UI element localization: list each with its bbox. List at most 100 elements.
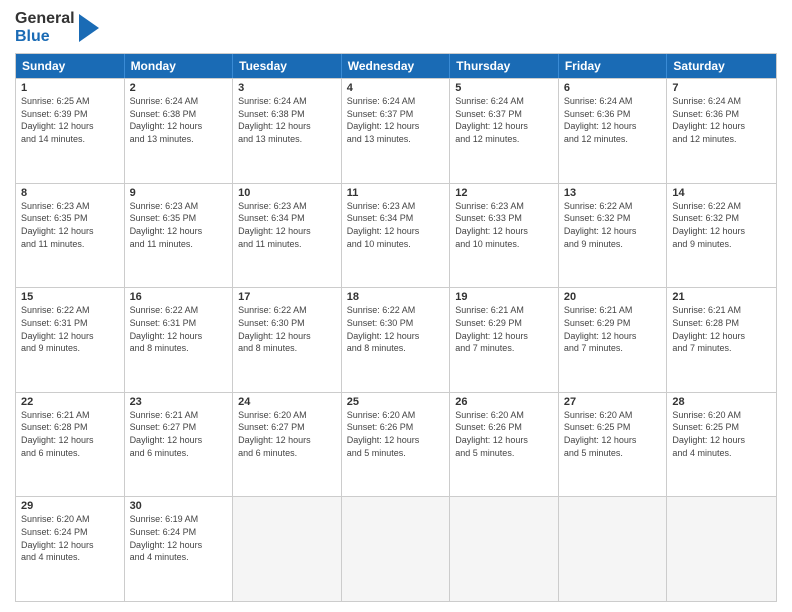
logo-arrow-icon bbox=[79, 14, 99, 42]
calendar-body: 1Sunrise: 6:25 AM Sunset: 6:39 PM Daylig… bbox=[16, 78, 776, 601]
day-cell-8: 8Sunrise: 6:23 AM Sunset: 6:35 PM Daylig… bbox=[16, 184, 125, 288]
day-number: 14 bbox=[672, 187, 771, 199]
header-cell-tuesday: Tuesday bbox=[233, 54, 342, 78]
day-cell-30: 30Sunrise: 6:19 AM Sunset: 6:24 PM Dayli… bbox=[125, 497, 234, 601]
day-info: Sunrise: 6:22 AM Sunset: 6:30 PM Dayligh… bbox=[347, 304, 445, 354]
day-cell-7: 7Sunrise: 6:24 AM Sunset: 6:36 PM Daylig… bbox=[667, 79, 776, 183]
day-number: 15 bbox=[21, 291, 119, 303]
day-info: Sunrise: 6:20 AM Sunset: 6:26 PM Dayligh… bbox=[347, 409, 445, 459]
day-cell-23: 23Sunrise: 6:21 AM Sunset: 6:27 PM Dayli… bbox=[125, 393, 234, 497]
day-info: Sunrise: 6:23 AM Sunset: 6:35 PM Dayligh… bbox=[21, 200, 119, 250]
day-number: 30 bbox=[130, 500, 228, 512]
day-number: 28 bbox=[672, 396, 771, 408]
day-info: Sunrise: 6:22 AM Sunset: 6:30 PM Dayligh… bbox=[238, 304, 336, 354]
day-number: 5 bbox=[455, 82, 553, 94]
day-cell-16: 16Sunrise: 6:22 AM Sunset: 6:31 PM Dayli… bbox=[125, 288, 234, 392]
day-number: 19 bbox=[455, 291, 553, 303]
day-number: 25 bbox=[347, 396, 445, 408]
calendar-week-4: 22Sunrise: 6:21 AM Sunset: 6:28 PM Dayli… bbox=[16, 392, 776, 497]
logo: General Blue bbox=[15, 10, 99, 45]
day-number: 24 bbox=[238, 396, 336, 408]
day-number: 18 bbox=[347, 291, 445, 303]
header-cell-saturday: Saturday bbox=[667, 54, 776, 78]
day-info: Sunrise: 6:22 AM Sunset: 6:32 PM Dayligh… bbox=[672, 200, 771, 250]
day-cell-2: 2Sunrise: 6:24 AM Sunset: 6:38 PM Daylig… bbox=[125, 79, 234, 183]
day-info: Sunrise: 6:21 AM Sunset: 6:28 PM Dayligh… bbox=[672, 304, 771, 354]
day-info: Sunrise: 6:20 AM Sunset: 6:25 PM Dayligh… bbox=[672, 409, 771, 459]
calendar-week-5: 29Sunrise: 6:20 AM Sunset: 6:24 PM Dayli… bbox=[16, 496, 776, 601]
logo-graphic: General Blue bbox=[15, 10, 75, 45]
day-number: 10 bbox=[238, 187, 336, 199]
day-info: Sunrise: 6:20 AM Sunset: 6:26 PM Dayligh… bbox=[455, 409, 553, 459]
day-cell-empty bbox=[559, 497, 668, 601]
day-info: Sunrise: 6:20 AM Sunset: 6:25 PM Dayligh… bbox=[564, 409, 662, 459]
day-cell-29: 29Sunrise: 6:20 AM Sunset: 6:24 PM Dayli… bbox=[16, 497, 125, 601]
day-cell-10: 10Sunrise: 6:23 AM Sunset: 6:34 PM Dayli… bbox=[233, 184, 342, 288]
day-number: 8 bbox=[21, 187, 119, 199]
page: General Blue SundayMondayTuesdayWednesda… bbox=[0, 0, 792, 612]
day-info: Sunrise: 6:20 AM Sunset: 6:24 PM Dayligh… bbox=[21, 513, 119, 563]
day-cell-25: 25Sunrise: 6:20 AM Sunset: 6:26 PM Dayli… bbox=[342, 393, 451, 497]
day-cell-5: 5Sunrise: 6:24 AM Sunset: 6:37 PM Daylig… bbox=[450, 79, 559, 183]
day-number: 29 bbox=[21, 500, 119, 512]
calendar-week-1: 1Sunrise: 6:25 AM Sunset: 6:39 PM Daylig… bbox=[16, 78, 776, 183]
day-cell-19: 19Sunrise: 6:21 AM Sunset: 6:29 PM Dayli… bbox=[450, 288, 559, 392]
day-cell-24: 24Sunrise: 6:20 AM Sunset: 6:27 PM Dayli… bbox=[233, 393, 342, 497]
day-info: Sunrise: 6:22 AM Sunset: 6:32 PM Dayligh… bbox=[564, 200, 662, 250]
day-number: 2 bbox=[130, 82, 228, 94]
day-cell-15: 15Sunrise: 6:22 AM Sunset: 6:31 PM Dayli… bbox=[16, 288, 125, 392]
day-info: Sunrise: 6:23 AM Sunset: 6:34 PM Dayligh… bbox=[347, 200, 445, 250]
day-cell-18: 18Sunrise: 6:22 AM Sunset: 6:30 PM Dayli… bbox=[342, 288, 451, 392]
day-info: Sunrise: 6:24 AM Sunset: 6:36 PM Dayligh… bbox=[672, 95, 771, 145]
day-cell-6: 6Sunrise: 6:24 AM Sunset: 6:36 PM Daylig… bbox=[559, 79, 668, 183]
day-cell-11: 11Sunrise: 6:23 AM Sunset: 6:34 PM Dayli… bbox=[342, 184, 451, 288]
day-number: 20 bbox=[564, 291, 662, 303]
day-cell-empty bbox=[342, 497, 451, 601]
day-info: Sunrise: 6:21 AM Sunset: 6:27 PM Dayligh… bbox=[130, 409, 228, 459]
day-cell-empty bbox=[233, 497, 342, 601]
day-cell-9: 9Sunrise: 6:23 AM Sunset: 6:35 PM Daylig… bbox=[125, 184, 234, 288]
header-cell-thursday: Thursday bbox=[450, 54, 559, 78]
day-cell-empty bbox=[450, 497, 559, 601]
day-number: 21 bbox=[672, 291, 771, 303]
day-info: Sunrise: 6:24 AM Sunset: 6:38 PM Dayligh… bbox=[238, 95, 336, 145]
day-info: Sunrise: 6:23 AM Sunset: 6:33 PM Dayligh… bbox=[455, 200, 553, 250]
calendar-header: SundayMondayTuesdayWednesdayThursdayFrid… bbox=[16, 54, 776, 78]
day-number: 13 bbox=[564, 187, 662, 199]
day-number: 4 bbox=[347, 82, 445, 94]
day-number: 3 bbox=[238, 82, 336, 94]
day-info: Sunrise: 6:21 AM Sunset: 6:29 PM Dayligh… bbox=[455, 304, 553, 354]
header-cell-monday: Monday bbox=[125, 54, 234, 78]
logo-general: General bbox=[15, 10, 75, 28]
day-cell-14: 14Sunrise: 6:22 AM Sunset: 6:32 PM Dayli… bbox=[667, 184, 776, 288]
day-info: Sunrise: 6:24 AM Sunset: 6:37 PM Dayligh… bbox=[455, 95, 553, 145]
day-number: 22 bbox=[21, 396, 119, 408]
day-cell-4: 4Sunrise: 6:24 AM Sunset: 6:37 PM Daylig… bbox=[342, 79, 451, 183]
day-number: 26 bbox=[455, 396, 553, 408]
day-number: 1 bbox=[21, 82, 119, 94]
day-cell-13: 13Sunrise: 6:22 AM Sunset: 6:32 PM Dayli… bbox=[559, 184, 668, 288]
logo-blue: Blue bbox=[15, 28, 75, 46]
day-number: 6 bbox=[564, 82, 662, 94]
day-info: Sunrise: 6:20 AM Sunset: 6:27 PM Dayligh… bbox=[238, 409, 336, 459]
header-cell-wednesday: Wednesday bbox=[342, 54, 451, 78]
day-number: 9 bbox=[130, 187, 228, 199]
day-info: Sunrise: 6:21 AM Sunset: 6:29 PM Dayligh… bbox=[564, 304, 662, 354]
day-cell-20: 20Sunrise: 6:21 AM Sunset: 6:29 PM Dayli… bbox=[559, 288, 668, 392]
day-info: Sunrise: 6:21 AM Sunset: 6:28 PM Dayligh… bbox=[21, 409, 119, 459]
calendar-week-3: 15Sunrise: 6:22 AM Sunset: 6:31 PM Dayli… bbox=[16, 287, 776, 392]
day-info: Sunrise: 6:24 AM Sunset: 6:38 PM Dayligh… bbox=[130, 95, 228, 145]
day-cell-22: 22Sunrise: 6:21 AM Sunset: 6:28 PM Dayli… bbox=[16, 393, 125, 497]
calendar: SundayMondayTuesdayWednesdayThursdayFrid… bbox=[15, 53, 777, 602]
day-cell-28: 28Sunrise: 6:20 AM Sunset: 6:25 PM Dayli… bbox=[667, 393, 776, 497]
day-info: Sunrise: 6:22 AM Sunset: 6:31 PM Dayligh… bbox=[21, 304, 119, 354]
day-cell-3: 3Sunrise: 6:24 AM Sunset: 6:38 PM Daylig… bbox=[233, 79, 342, 183]
day-cell-27: 27Sunrise: 6:20 AM Sunset: 6:25 PM Dayli… bbox=[559, 393, 668, 497]
day-number: 23 bbox=[130, 396, 228, 408]
calendar-week-2: 8Sunrise: 6:23 AM Sunset: 6:35 PM Daylig… bbox=[16, 183, 776, 288]
day-number: 27 bbox=[564, 396, 662, 408]
day-info: Sunrise: 6:19 AM Sunset: 6:24 PM Dayligh… bbox=[130, 513, 228, 563]
day-cell-empty bbox=[667, 497, 776, 601]
day-info: Sunrise: 6:25 AM Sunset: 6:39 PM Dayligh… bbox=[21, 95, 119, 145]
day-number: 12 bbox=[455, 187, 553, 199]
